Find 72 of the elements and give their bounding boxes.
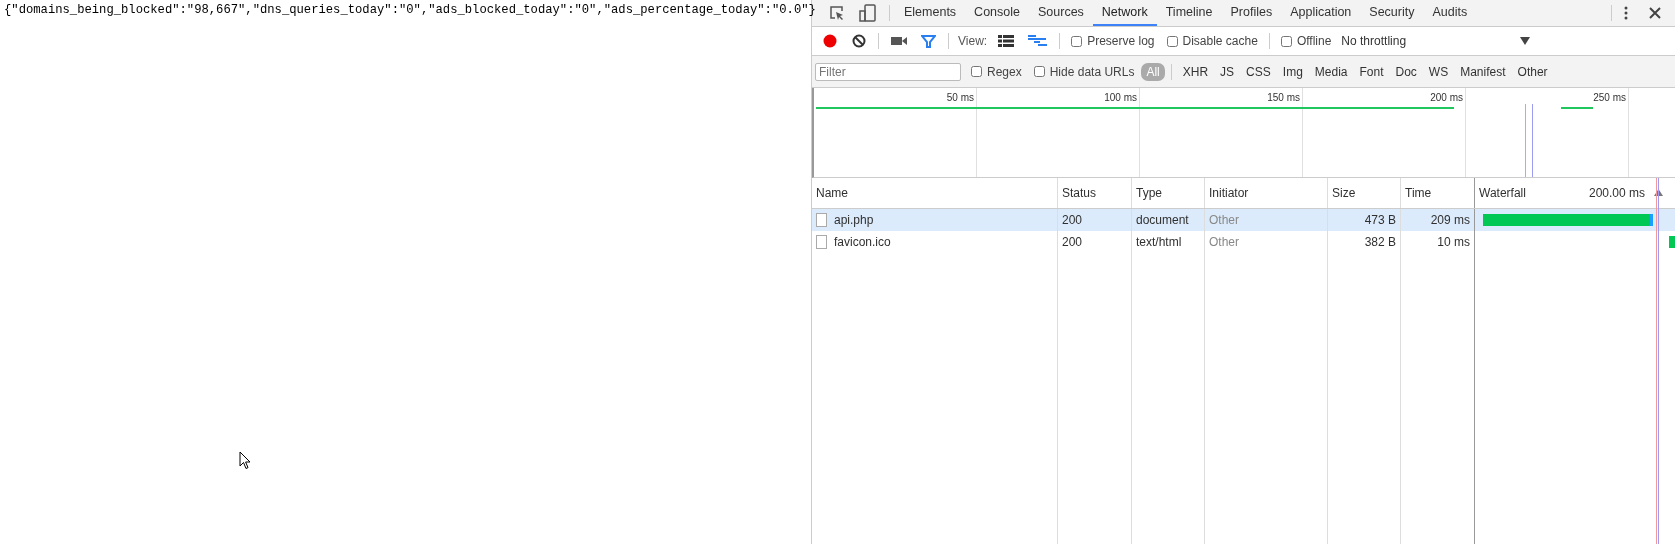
- checkbox[interactable]: [1280, 35, 1292, 47]
- checkbox-label[interactable]: Hide data URLs: [1049, 64, 1135, 79]
- time-tick-label: 150 ms: [1267, 91, 1301, 103]
- table-cell: document: [1132, 209, 1205, 231]
- clear-icon[interactable]: [852, 34, 866, 48]
- table-cell: Other: [1205, 231, 1328, 253]
- time-tick-label: 100 ms: [1104, 91, 1138, 103]
- file-icon: [816, 235, 827, 249]
- checkbox-label[interactable]: Offline: [1296, 34, 1332, 48]
- panel-tab[interactable]: Sources: [1029, 0, 1093, 26]
- panel-tab[interactable]: Audits: [1423, 0, 1477, 26]
- column-header[interactable]: Size: [1328, 178, 1401, 208]
- type-filter-button[interactable]: Img: [1277, 62, 1308, 81]
- table-cell: 200: [1058, 231, 1132, 253]
- column-header[interactable]: Type: [1132, 178, 1205, 208]
- type-filter-button[interactable]: Manifest: [1455, 62, 1511, 81]
- waterfall-view-icon[interactable]: [1028, 35, 1048, 47]
- close-icon[interactable]: [1649, 7, 1661, 19]
- checkbox[interactable]: [1033, 66, 1045, 77]
- table-cell: 382 B: [1328, 231, 1401, 253]
- timeline-bar: [1561, 107, 1593, 109]
- panel-tab[interactable]: Timeline: [1156, 0, 1222, 26]
- table-cell: Other: [1205, 209, 1328, 231]
- type-filter-button[interactable]: Font: [1354, 62, 1389, 81]
- type-filter-button[interactable]: CSS: [1241, 62, 1276, 81]
- time-tick-label: 50 ms: [946, 91, 975, 103]
- checkbox-label[interactable]: Preserve log: [1087, 34, 1155, 48]
- file-icon: [816, 213, 827, 227]
- request-row[interactable]: api.php 200 document Other 473 B 209 ms: [812, 209, 1675, 231]
- throttling-dropdown[interactable]: No throttling: [1337, 34, 1535, 48]
- table-cell: 473 B: [1328, 209, 1401, 231]
- filter-field[interactable]: Filter: [815, 62, 961, 81]
- column-header[interactable]: Name: [812, 178, 1058, 208]
- table-cell: favicon.ico: [834, 235, 891, 249]
- more-options-icon[interactable]: [1624, 6, 1628, 20]
- panel-tab[interactable]: Elements: [895, 0, 966, 26]
- video-camera-icon[interactable]: [891, 36, 907, 46]
- checkbox[interactable]: [1071, 35, 1083, 47]
- mouse-cursor-icon: [239, 451, 251, 470]
- table-cell: 10 ms: [1401, 231, 1475, 253]
- checkbox[interactable]: [971, 66, 982, 77]
- panel-tab[interactable]: Security: [1360, 0, 1424, 26]
- column-header[interactable]: Status: [1058, 178, 1132, 208]
- table-cell: api.php: [834, 213, 874, 227]
- caret-icon: [1520, 37, 1531, 45]
- list-view-icon[interactable]: [998, 35, 1015, 47]
- type-filter-button[interactable]: WS: [1423, 62, 1454, 81]
- type-filter-button[interactable]: JS: [1215, 62, 1240, 81]
- table-cell: text/html: [1132, 231, 1205, 253]
- type-filter-button[interactable]: Media: [1309, 62, 1353, 81]
- checkbox[interactable]: [1166, 35, 1178, 47]
- column-header[interactable]: Time: [1401, 178, 1475, 208]
- table-cell: 200: [1058, 209, 1132, 231]
- type-filter-button[interactable]: XHR: [1177, 62, 1214, 81]
- time-tick-label: 200 ms: [1430, 91, 1464, 103]
- panel-tab[interactable]: Console: [965, 0, 1029, 26]
- checkbox-label[interactable]: Regex: [987, 64, 1022, 79]
- filter-icon[interactable]: [921, 34, 936, 48]
- panel-tab[interactable]: Profiles: [1221, 0, 1282, 26]
- table-cell: 209 ms: [1401, 209, 1475, 231]
- time-tick-label: 250 ms: [1593, 91, 1627, 103]
- record-button[interactable]: [822, 33, 838, 49]
- inspect-icon[interactable]: [829, 5, 845, 21]
- waterfall-scale-label: 200.00 ms: [1588, 186, 1645, 200]
- device-toolbar-icon[interactable]: [859, 4, 877, 22]
- type-filter-button[interactable]: Other: [1512, 62, 1553, 81]
- view-label: View:: [958, 34, 988, 48]
- type-filter-button[interactable]: Doc: [1390, 62, 1422, 81]
- panel-tab[interactable]: Application: [1281, 0, 1361, 26]
- column-header[interactable]: Waterfall: [1479, 186, 1526, 200]
- column-header[interactable]: Initiator: [1205, 178, 1328, 208]
- checkbox-label[interactable]: Disable cache: [1182, 34, 1258, 48]
